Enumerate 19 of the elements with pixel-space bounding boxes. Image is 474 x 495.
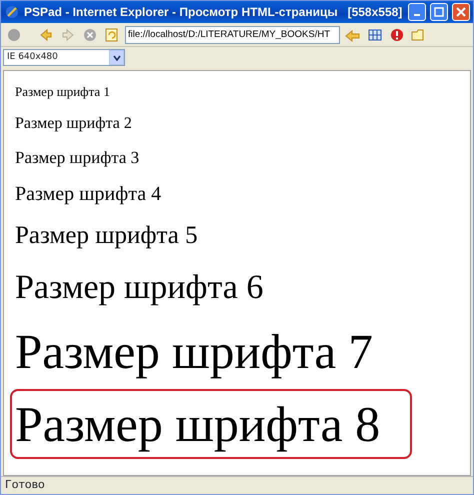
close-icon — [456, 7, 466, 17]
maximize-icon — [434, 7, 444, 17]
status-text: Готово — [5, 477, 45, 494]
app-icon — [4, 4, 20, 20]
heading: Размер шрифта 4 — [14, 182, 162, 207]
minimize-button[interactable] — [408, 3, 426, 21]
caret-icon — [112, 54, 120, 60]
view-size-select[interactable]: IE 640x480 — [3, 49, 125, 66]
highlighted-heading: Размер шрифта 8 — [10, 389, 412, 459]
heading: Размер шрифта 2 — [14, 114, 133, 134]
heading: Размер шрифта 5 — [14, 221, 199, 252]
heading: Размер шрифта 7 — [14, 323, 374, 382]
heading: Размер шрифта 1 — [14, 83, 111, 102]
address-field[interactable]: file://localhost/D:/LITERATURE/MY_BOOKS/HT — [125, 26, 340, 44]
heading: Размер шрифта 6 — [14, 268, 264, 308]
heading: Размер шрифта 3 — [14, 146, 140, 169]
maximize-button[interactable] — [430, 3, 448, 21]
close-button[interactable] — [452, 3, 470, 21]
window-title: PSPad - Internet Explorer - Просмотр HTML-страницы [558x558] — [24, 4, 404, 21]
